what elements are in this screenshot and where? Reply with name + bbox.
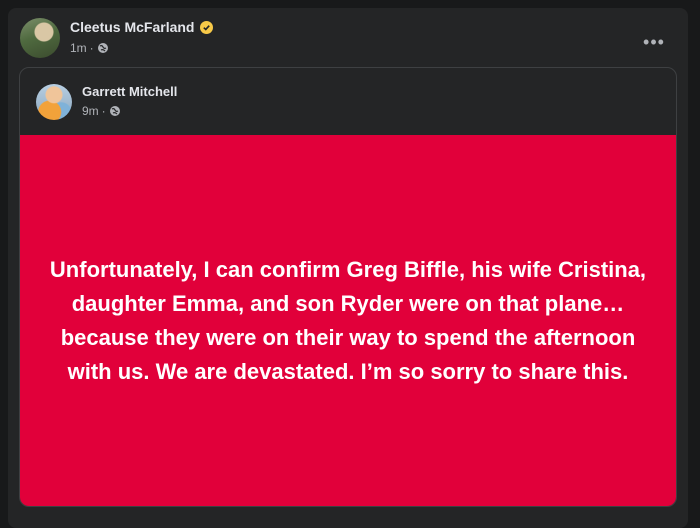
- shared-post-header: Garrett Mitchell 9m ·: [36, 82, 660, 122]
- shared-author-name-line: Garrett Mitchell: [82, 84, 177, 99]
- shared-author-name[interactable]: Garrett Mitchell: [82, 84, 177, 99]
- more-options-icon[interactable]: •••: [636, 24, 672, 60]
- post-meta: 1m ·: [70, 41, 109, 55]
- shared-post-meta: 9m ·: [82, 104, 121, 118]
- shared-post-timestamp[interactable]: 9m: [82, 104, 99, 118]
- shared-author-avatar[interactable]: [36, 84, 72, 120]
- globe-icon[interactable]: [109, 105, 121, 117]
- author-name[interactable]: Cleetus McFarland: [70, 19, 194, 35]
- post-card: Cleetus McFarland 1m · ••• Garrett Mitch…: [8, 8, 688, 528]
- shared-post[interactable]: Garrett Mitchell 9m · Unfortunately, I c…: [19, 67, 677, 507]
- status-background-box: Unfortunately, I can confirm Greg Biffle…: [20, 135, 676, 506]
- shared-meta-separator: ·: [101, 104, 106, 118]
- post-timestamp[interactable]: 1m: [70, 41, 87, 55]
- globe-icon[interactable]: [97, 42, 109, 54]
- shared-post-text: Unfortunately, I can confirm Greg Biffle…: [49, 256, 647, 384]
- author-avatar[interactable]: [20, 18, 60, 58]
- author-name-line: Cleetus McFarland: [70, 19, 214, 35]
- verified-badge-icon: [200, 20, 214, 34]
- meta-separator: ·: [89, 41, 94, 55]
- post-header: Cleetus McFarland 1m · •••: [20, 18, 676, 62]
